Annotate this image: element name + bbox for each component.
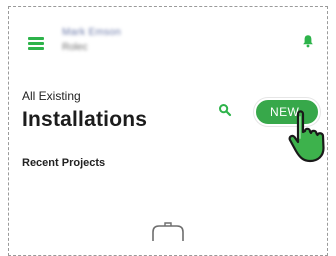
menu-icon[interactable] bbox=[28, 37, 44, 50]
hand-cursor-icon bbox=[288, 110, 325, 163]
user-organisation: Rolec bbox=[62, 42, 88, 53]
page-title: Installations bbox=[22, 108, 148, 131]
recent-projects-heading: Recent Projects bbox=[22, 157, 106, 169]
bell-icon[interactable] bbox=[302, 34, 314, 48]
search-icon[interactable] bbox=[218, 103, 232, 117]
empty-state-icon bbox=[152, 222, 184, 241]
page-subtitle: All Existing bbox=[22, 89, 81, 103]
user-name: Mark Emson bbox=[62, 27, 122, 38]
